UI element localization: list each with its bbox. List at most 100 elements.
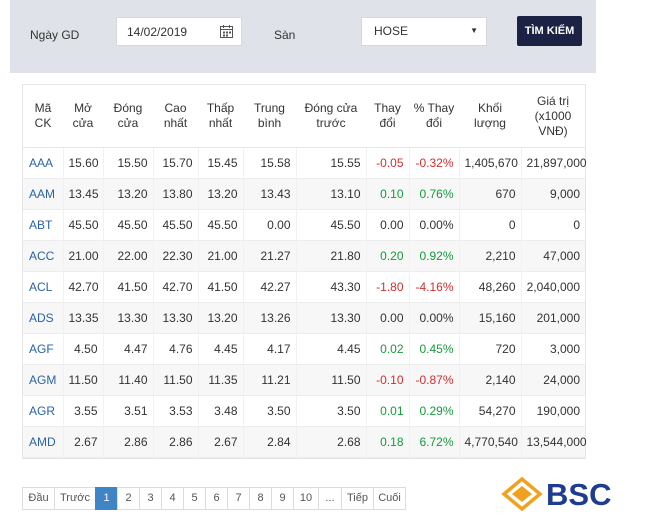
col-header-open: Mở cửa — [63, 85, 103, 148]
table-row: AGR 3.55 3.51 3.53 3.48 3.50 3.50 0.01 0.29% 54,2… — [23, 395, 585, 427]
low-price-cell: 45.50 — [197, 209, 243, 241]
stock-code-cell[interactable]: AGM — [23, 364, 63, 396]
page-item-9[interactable]: 8 — [249, 487, 272, 510]
pct-change-cell: 0.92% — [408, 240, 459, 272]
table-row: ADS 13.35 13.30 13.30 13.20 13.26 13.30 0.00 0.0… — [23, 302, 585, 334]
avg-price-cell: 11.21 — [242, 364, 296, 396]
close-price-cell: 3.51 — [102, 395, 153, 427]
change-cell: 0.00 — [365, 209, 409, 241]
calendar-icon[interactable] — [220, 25, 233, 38]
volume-cell: 0 — [458, 209, 521, 241]
page-item-13[interactable]: Tiếp — [341, 487, 374, 510]
avg-price-cell: 13.43 — [242, 178, 296, 210]
prev-close-cell: 3.50 — [295, 395, 366, 427]
high-price-cell: 13.80 — [152, 178, 198, 210]
pct-change-cell: -0.32% — [408, 147, 459, 179]
stock-code-cell[interactable]: ACC — [23, 240, 63, 272]
open-price-cell: 21.00 — [62, 240, 103, 272]
open-price-cell: 4.50 — [62, 333, 103, 365]
value-cell: 9,000 — [520, 178, 585, 210]
low-price-cell: 3.48 — [197, 395, 243, 427]
page-item-10[interactable]: 9 — [271, 487, 294, 510]
stock-code-cell[interactable]: ABT — [23, 209, 63, 241]
page-item-2[interactable]: 1 — [95, 487, 118, 510]
change-cell: -0.10 — [365, 364, 409, 396]
table-row: ACL 42.70 41.50 42.70 41.50 42.27 43.30 -1.80 -4… — [23, 271, 585, 303]
low-price-cell: 2.67 — [197, 426, 243, 458]
stock-code-cell[interactable]: AGF — [23, 333, 63, 365]
prev-close-cell: 13.10 — [295, 178, 366, 210]
high-price-cell: 13.30 — [152, 302, 198, 334]
avg-price-cell: 21.27 — [242, 240, 296, 272]
table-row: AGF 4.50 4.47 4.76 4.45 4.17 4.45 0.02 0.45% 720 3… — [23, 333, 585, 365]
high-price-cell: 4.76 — [152, 333, 198, 365]
page-item-6[interactable]: 5 — [183, 487, 206, 510]
volume-cell: 720 — [458, 333, 521, 365]
low-price-cell: 11.35 — [197, 364, 243, 396]
close-price-cell: 11.40 — [102, 364, 153, 396]
date-input[interactable]: 14/02/2019 — [116, 17, 242, 46]
page-item-5[interactable]: 4 — [161, 487, 184, 510]
col-header-volume: Khối lượng — [459, 85, 521, 148]
high-price-cell: 22.30 — [152, 240, 198, 272]
high-price-cell: 2.86 — [152, 426, 198, 458]
close-price-cell: 4.47 — [102, 333, 153, 365]
table-row: AAM 13.45 13.20 13.80 13.20 13.43 13.10 0.10 0.7… — [23, 178, 585, 210]
page-item-4[interactable]: 3 — [139, 487, 162, 510]
col-header-change: Thay đổi — [366, 85, 409, 148]
close-price-cell: 15.50 — [102, 147, 153, 179]
volume-cell: 670 — [458, 178, 521, 210]
volume-cell: 2,210 — [458, 240, 521, 272]
caret-down-icon: ▼ — [470, 26, 478, 35]
stock-code-cell[interactable]: AMD — [23, 426, 63, 458]
value-cell: 13,544,000 — [520, 426, 587, 458]
value-cell: 21,897,000 — [520, 147, 587, 179]
volume-cell: 1,405,670 — [458, 147, 521, 179]
open-price-cell: 11.50 — [62, 364, 103, 396]
open-price-cell: 45.50 — [62, 209, 103, 241]
high-price-cell: 3.53 — [152, 395, 198, 427]
exchange-value: HOSE — [374, 24, 409, 38]
pct-change-cell: 0.00% — [408, 302, 459, 334]
table-header-row: Mã CK Mở cửa Đóng cửa Cao nhất Thấp nhất… — [23, 85, 585, 148]
table-row: AAA 15.60 15.50 15.70 15.45 15.58 15.55 -0.05 -0… — [23, 147, 587, 179]
avg-price-cell: 0.00 — [242, 209, 296, 241]
value-cell: 2,040,000 — [520, 271, 585, 303]
close-price-cell: 45.50 — [102, 209, 153, 241]
page-item-8[interactable]: 7 — [227, 487, 250, 510]
volume-cell: 54,270 — [458, 395, 521, 427]
exchange-label: Sàn — [274, 28, 296, 42]
volume-cell: 2,140 — [458, 364, 521, 396]
search-button[interactable]: TÌM KIẾM — [517, 16, 582, 46]
table-row: ABT 45.50 45.50 45.50 45.50 0.00 45.50 0.00 0.00… — [23, 209, 585, 241]
page-item-1[interactable]: Trước — [54, 487, 96, 510]
page-item-11[interactable]: 10 — [293, 487, 319, 510]
value-cell: 190,000 — [520, 395, 585, 427]
avg-price-cell: 2.84 — [242, 426, 296, 458]
open-price-cell: 2.67 — [62, 426, 103, 458]
volume-cell: 15,160 — [458, 302, 521, 334]
page-item-14[interactable]: Cuối — [373, 487, 406, 510]
stock-code-cell[interactable]: AAM — [23, 178, 63, 210]
page-item-12[interactable]: ... — [318, 487, 342, 510]
high-price-cell: 42.70 — [152, 271, 198, 303]
low-price-cell: 13.20 — [197, 302, 243, 334]
prev-close-cell: 45.50 — [295, 209, 366, 241]
pct-change-cell: 0.29% — [408, 395, 459, 427]
stock-code-cell[interactable]: AAA — [23, 147, 63, 179]
open-price-cell: 13.45 — [62, 178, 103, 210]
page-item-3[interactable]: 2 — [117, 487, 140, 510]
stock-code-cell[interactable]: AGR — [23, 395, 63, 427]
stock-code-cell[interactable]: ACL — [23, 271, 63, 303]
table-row: AGM 11.50 11.40 11.50 11.35 11.21 11.50 -0.10 -0… — [23, 364, 585, 396]
page-item-7[interactable]: 6 — [205, 487, 228, 510]
change-cell: -1.80 — [365, 271, 409, 303]
pct-change-cell: 0.45% — [408, 333, 459, 365]
exchange-select[interactable]: HOSE ▼ — [361, 17, 487, 46]
stock-code-cell[interactable]: ADS — [23, 302, 63, 334]
col-header-average: Trung bình — [243, 85, 296, 148]
page-item-0[interactable]: Đầu — [22, 487, 55, 510]
prev-close-cell: 15.55 — [295, 147, 366, 179]
low-price-cell: 41.50 — [197, 271, 243, 303]
change-cell: 0.02 — [365, 333, 409, 365]
